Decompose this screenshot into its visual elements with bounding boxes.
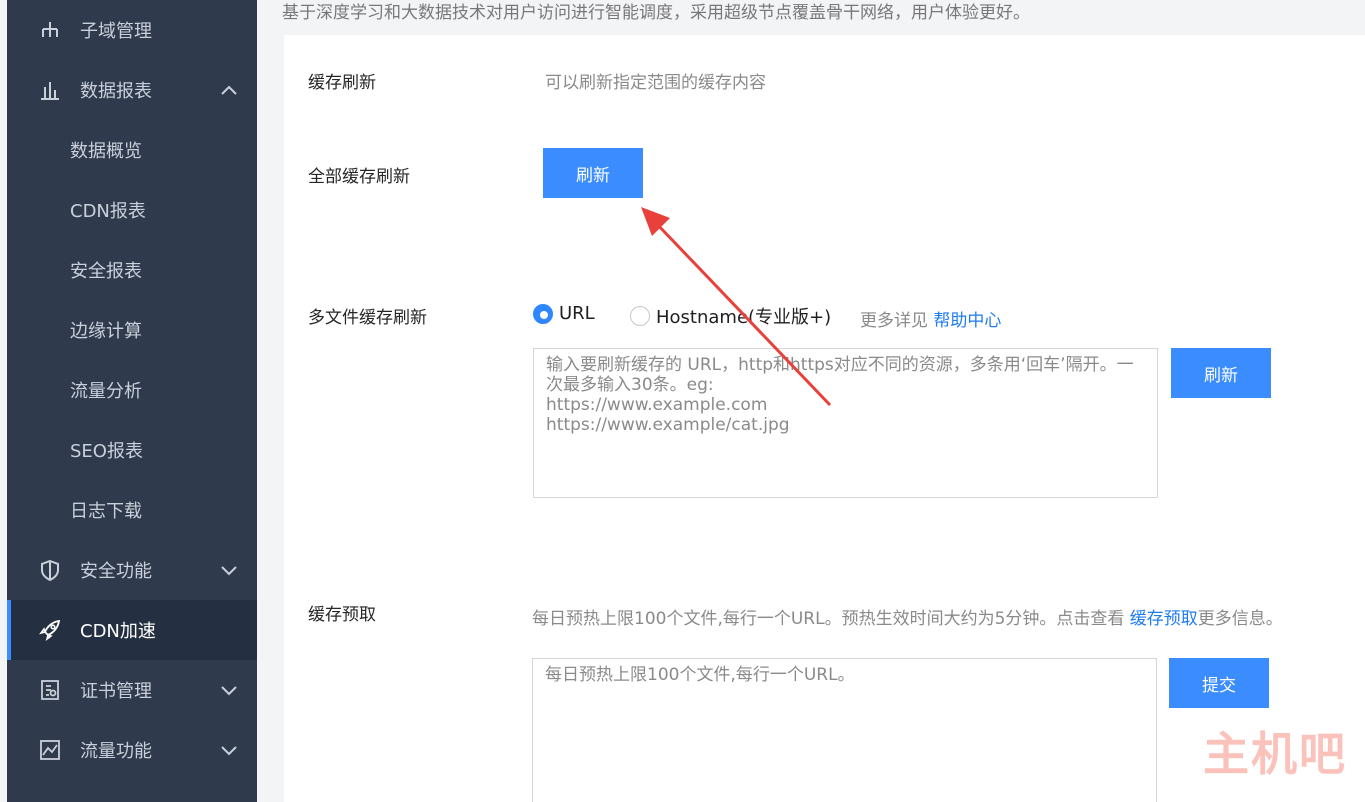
sidebar-item-label: SEO报表: [70, 441, 143, 462]
url-refresh-button[interactable]: 刷新: [1171, 348, 1271, 398]
sidebar-item-label: 流量功能: [80, 741, 152, 762]
sidebar-item-subdomain[interactable]: 子域管理: [7, 0, 257, 60]
sidebar-item-seo-report[interactable]: SEO报表: [7, 420, 257, 480]
sidebar-item-cdn-acceleration[interactable]: CDN加速: [7, 600, 257, 660]
prefetch-desc-text: 每日预热上限100个文件,每行一个URL。预热生效时间大约为5分钟。点击查看: [532, 609, 1130, 629]
sidebar-item-label: CDN加速: [80, 621, 156, 642]
sidebar-item-security-report[interactable]: 安全报表: [7, 240, 257, 300]
rocket-icon: [39, 619, 61, 641]
watermark-logo: 主机吧: [1203, 727, 1347, 781]
radio-url[interactable]: URL: [533, 303, 595, 324]
sidebar-item-cdn-report[interactable]: CDN报表: [7, 180, 257, 240]
sidebar-item-label: 流量分析: [70, 381, 142, 402]
bar-chart-icon: [41, 82, 59, 100]
prefetch-link[interactable]: 缓存预取: [1130, 609, 1198, 629]
prefetch-submit-button[interactable]: 提交: [1169, 658, 1269, 708]
page-intro: 基于深度学习和大数据技术对用户访问进行智能调度，采用超级节点覆盖骨干网络，用户体…: [282, 3, 1030, 23]
sidebar-item-edge-computing[interactable]: 边缘计算: [7, 300, 257, 360]
url-refresh-textarea[interactable]: 输入要刷新缓存的 URL，http和https对应不同的资源，多条用‘回车’隔开…: [533, 348, 1158, 498]
chevron-down-icon: [221, 686, 237, 696]
main-content: 基于深度学习和大数据技术对用户访问进行智能调度，采用超级节点覆盖骨干网络，用户体…: [257, 0, 1365, 802]
help-center-link[interactable]: 帮助中心: [933, 311, 1001, 331]
radio-hostname[interactable]: Hostname(专业版+): [630, 303, 831, 329]
prefetch-desc: 每日预热上限100个文件,每行一个URL。预热生效时间大约为5分钟。点击查看 缓…: [532, 604, 1283, 629]
sidebar-item-label: 日志下载: [70, 501, 142, 522]
chevron-up-icon: [221, 85, 237, 95]
sidebar-item-data-overview[interactable]: 数据概览: [7, 120, 257, 180]
sidebar-item-log-download[interactable]: 日志下载: [7, 480, 257, 540]
sidebar: 子域管理 数据报表 数据概览 CDN报表 安全报表 边缘计算 流量分析 SEO报…: [0, 0, 257, 802]
sidebar-item-label: 证书管理: [80, 681, 152, 702]
shield-icon: [41, 559, 59, 581]
sidebar-item-data-report[interactable]: 数据报表: [7, 60, 257, 120]
prefetch-desc-suffix: 更多信息。: [1197, 609, 1283, 629]
radio-unchecked-icon: [630, 306, 650, 326]
sidebar-item-traffic-analysis[interactable]: 流量分析: [7, 360, 257, 420]
radio-checked-icon: [533, 303, 553, 324]
line-chart-icon: [40, 740, 60, 760]
sidebar-item-label: 子域管理: [80, 21, 152, 42]
help-hint-text: 更多详见: [860, 311, 928, 331]
sidebar-item-label: CDN报表: [70, 201, 146, 222]
chevron-down-icon: [221, 746, 237, 756]
full-refresh-label: 全部缓存刷新: [308, 167, 410, 187]
cache-refresh-label: 缓存刷新: [308, 73, 376, 93]
sidebar-item-label: 数据报表: [80, 81, 152, 102]
radio-url-label: URL: [559, 303, 595, 324]
sidebar-item-label: 安全功能: [80, 561, 152, 582]
prefetch-label: 缓存预取: [308, 605, 376, 625]
sidebar-item-label: 安全报表: [70, 261, 142, 282]
cache-panel: 缓存刷新 可以刷新指定范围的缓存内容 全部缓存刷新 刷新 多文件缓存刷新 URL…: [284, 35, 1365, 802]
radio-hostname-label: Hostname(专业版+): [656, 307, 832, 328]
sidebar-item-label: 数据概览: [70, 141, 142, 162]
sitemap-icon: [42, 22, 58, 37]
sidebar-item-label: 边缘计算: [70, 321, 142, 342]
sidebar-item-security-features[interactable]: 安全功能: [7, 540, 257, 600]
sidebar-item-certificate[interactable]: 证书管理: [7, 660, 257, 720]
full-refresh-button[interactable]: 刷新: [543, 148, 643, 198]
help-hint: 更多详见 帮助中心: [860, 306, 1001, 331]
sidebar-item-traffic-features[interactable]: 流量功能: [7, 720, 257, 780]
prefetch-textarea[interactable]: 每日预热上限100个文件,每行一个URL。: [532, 658, 1157, 802]
multi-refresh-label: 多文件缓存刷新: [308, 308, 427, 328]
cache-refresh-desc: 可以刷新指定范围的缓存内容: [545, 73, 766, 93]
sidebar-edge: [0, 0, 7, 802]
chevron-down-icon: [221, 566, 237, 576]
certificate-icon: [41, 680, 59, 700]
